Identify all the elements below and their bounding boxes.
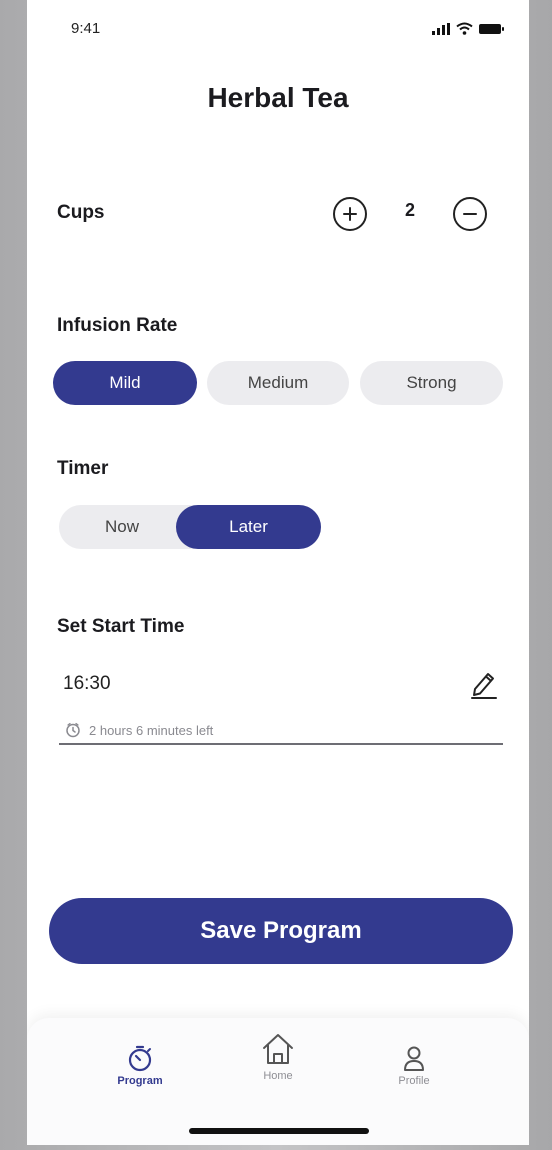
- time-field-underline: [59, 743, 503, 745]
- cups-label: Cups: [57, 202, 105, 223]
- status-icons: [432, 22, 505, 35]
- wifi-icon: [456, 22, 473, 35]
- infusion-option-mild[interactable]: Mild: [53, 361, 197, 405]
- status-time: 9:41: [71, 20, 101, 37]
- tab-program[interactable]: Program: [95, 1043, 185, 1087]
- pencil-icon: [471, 673, 497, 699]
- signal-icon: [432, 22, 450, 35]
- timer-segmented-control: Now Later: [59, 505, 321, 549]
- infusion-option-medium[interactable]: Medium: [207, 361, 349, 405]
- battery-icon: [479, 23, 504, 34]
- edit-time-button[interactable]: [469, 668, 499, 700]
- time-remaining-text: 2 hours 6 minutes left: [89, 722, 214, 738]
- clock-icon: [66, 722, 80, 738]
- tab-home[interactable]: Home: [233, 1030, 323, 1082]
- start-time-label: Set Start Time: [57, 616, 185, 637]
- home-icon: [263, 1034, 293, 1064]
- tab-home-label: Home: [263, 1070, 293, 1082]
- cups-count: 2: [404, 200, 415, 220]
- save-program-button[interactable]: Save Program: [49, 898, 513, 964]
- user-icon: [404, 1046, 424, 1071]
- timer-label: Timer: [57, 458, 109, 479]
- infusion-rate-label: Infusion Rate: [57, 315, 178, 336]
- start-time-value[interactable]: 16:30: [63, 673, 111, 695]
- infusion-option-strong[interactable]: Strong: [360, 361, 503, 405]
- timer-icon: [128, 1045, 152, 1072]
- decrease-cups-button[interactable]: [453, 197, 487, 231]
- minus-icon: [463, 213, 477, 215]
- increase-cups-button[interactable]: [333, 197, 367, 231]
- tab-profile[interactable]: Profile: [369, 1043, 459, 1087]
- plus-icon: [343, 207, 357, 221]
- timer-option-later[interactable]: Later: [176, 505, 321, 549]
- phone-screen: 9:41 Herbal Tea Cups 2 Infusion Rate Mil…: [27, 0, 529, 1145]
- tab-program-label: Program: [117, 1075, 163, 1087]
- home-indicator: [189, 1128, 369, 1134]
- time-remaining-hint: 2 hours 6 minutes left: [65, 722, 213, 738]
- tab-profile-label: Profile: [398, 1075, 430, 1087]
- page-title: Herbal Tea: [207, 82, 349, 113]
- timer-option-now[interactable]: Now: [59, 505, 185, 549]
